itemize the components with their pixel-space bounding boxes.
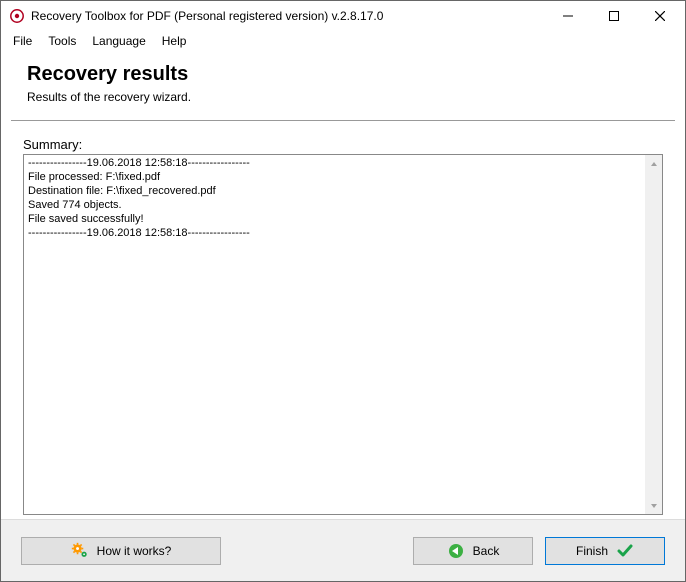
- window-title: Recovery Toolbox for PDF (Personal regis…: [31, 9, 383, 23]
- back-label: Back: [473, 544, 500, 558]
- scrollbar[interactable]: [645, 155, 662, 514]
- page-subtitle: Results of the recovery wizard.: [27, 90, 659, 104]
- minimize-button[interactable]: [545, 1, 591, 31]
- footer-bar: How it works? Back Finish: [1, 519, 685, 581]
- page-header: Recovery results Results of the recovery…: [1, 51, 685, 114]
- menu-bar: File Tools Language Help: [1, 31, 685, 51]
- scroll-up-icon[interactable]: [645, 155, 662, 172]
- app-window: Recovery Toolbox for PDF (Personal regis…: [0, 0, 686, 582]
- gear-icon: [71, 542, 89, 560]
- check-icon: [616, 542, 634, 560]
- back-button[interactable]: Back: [413, 537, 533, 565]
- app-icon: [9, 8, 25, 24]
- how-it-works-button[interactable]: How it works?: [21, 537, 221, 565]
- maximize-button[interactable]: [591, 1, 637, 31]
- summary-section: Summary: ----------------19.06.2018 12:5…: [1, 121, 685, 519]
- finish-button[interactable]: Finish: [545, 537, 665, 565]
- summary-textarea[interactable]: ----------------19.06.2018 12:58:18-----…: [23, 154, 663, 515]
- page-title: Recovery results: [27, 63, 659, 86]
- menu-language[interactable]: Language: [84, 32, 153, 50]
- arrow-left-icon: [447, 542, 465, 560]
- finish-label: Finish: [576, 544, 608, 558]
- how-it-works-label: How it works?: [97, 544, 172, 558]
- menu-file[interactable]: File: [5, 32, 40, 50]
- close-button[interactable]: [637, 1, 683, 31]
- menu-help[interactable]: Help: [154, 32, 195, 50]
- scroll-down-icon[interactable]: [645, 497, 662, 514]
- summary-label: Summary:: [23, 137, 663, 152]
- title-bar: Recovery Toolbox for PDF (Personal regis…: [1, 1, 685, 31]
- menu-tools[interactable]: Tools: [40, 32, 84, 50]
- summary-log: ----------------19.06.2018 12:58:18-----…: [24, 155, 645, 514]
- scroll-track[interactable]: [645, 172, 662, 497]
